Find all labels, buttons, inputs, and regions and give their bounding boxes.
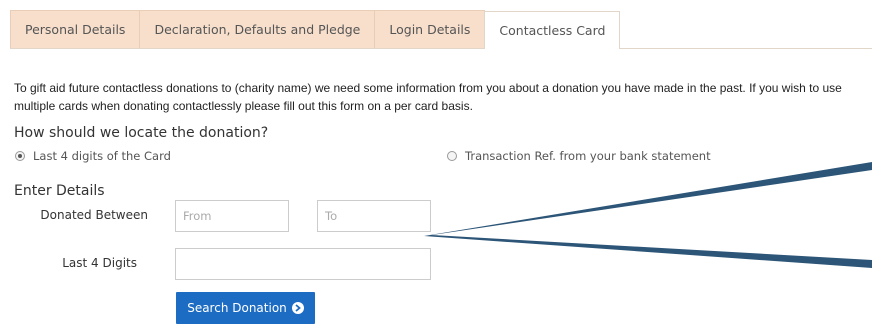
callout-pointer-shape: [424, 162, 872, 268]
